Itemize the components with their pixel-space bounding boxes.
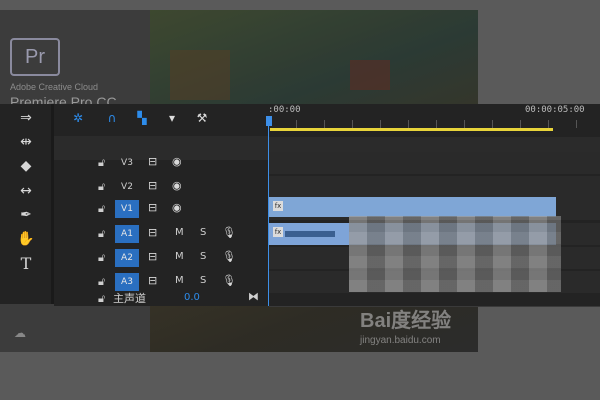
master-label: 主声道: [113, 292, 146, 305]
solo-button[interactable]: S: [200, 227, 206, 238]
timeline-bottom-border: [269, 306, 600, 307]
playhead[interactable]: [268, 116, 269, 306]
time-ruler[interactable]: :00:00 00:00:05:00: [268, 104, 600, 136]
track-target[interactable]: V2: [115, 178, 139, 196]
timeline-controls: ✲ ∩ ▚ ▾ ⚒: [54, 104, 268, 130]
track-target[interactable]: V3: [115, 154, 139, 172]
lock-icon[interactable]: 🔓︎: [98, 251, 105, 265]
linked-selection-icon[interactable]: ▚: [134, 110, 150, 126]
microphone-icon[interactable]: 🎙︎: [222, 226, 236, 239]
sync-lock-icon[interactable]: ⊟: [148, 201, 157, 214]
pen-icon[interactable]: ✒: [14, 205, 38, 225]
track-header: 🔓︎ A3 ⊟ M S 🎙︎: [54, 270, 268, 294]
sync-lock-icon[interactable]: ⊟: [148, 250, 157, 263]
track-header: 🔓︎ V1 ⊟ ◉: [54, 197, 268, 221]
eye-icon[interactable]: ◉: [172, 155, 182, 168]
track-target[interactable]: A3: [115, 273, 139, 291]
mute-button[interactable]: M: [175, 275, 184, 286]
track-row-v3: 🔓︎ V3 ⊟ ◉: [54, 151, 600, 175]
slip-icon[interactable]: ↔: [14, 181, 38, 201]
pixelated-redaction: [349, 216, 561, 292]
cc-icon: ☁: [14, 326, 26, 340]
solo-button[interactable]: S: [200, 251, 206, 262]
lock-icon[interactable]: 🔓︎: [98, 202, 105, 216]
wrench-icon[interactable]: ⚒: [194, 110, 210, 126]
track-target[interactable]: V1: [115, 200, 139, 218]
sync-lock-icon[interactable]: ⊟: [148, 226, 157, 239]
lock-icon[interactable]: 🔓︎: [98, 180, 105, 194]
ruler-start: :00:00: [268, 105, 301, 115]
ruler-end: 00:00:05:00: [525, 105, 585, 115]
track-lane[interactable]: [269, 152, 600, 174]
type-icon[interactable]: T: [14, 254, 38, 274]
lock-icon[interactable]: 🔓︎: [98, 227, 105, 241]
sync-lock-icon[interactable]: ⊟: [148, 179, 157, 192]
sync-lock-icon[interactable]: ⊟: [148, 155, 157, 168]
ripple-edit-icon[interactable]: ⇹: [14, 132, 38, 152]
track-target[interactable]: A2: [115, 249, 139, 267]
fx-badge: fx: [273, 201, 283, 211]
track-select-icon[interactable]: ⇒: [14, 108, 38, 128]
playhead-handle[interactable]: [266, 116, 272, 126]
fx-badge: fx: [273, 227, 283, 237]
snap-icon[interactable]: ✲: [70, 110, 86, 126]
microphone-icon[interactable]: 🎙︎: [222, 250, 236, 263]
tools-panel: ⇒ ⇹ ◆ ↔ ✒ ✋ T: [0, 104, 54, 304]
track-header: 🔓︎ V3 ⊟ ◉: [54, 151, 268, 175]
lock-icon[interactable]: 🔓︎: [98, 156, 105, 170]
sync-lock-icon[interactable]: ⊟: [148, 274, 157, 287]
lock-icon[interactable]: 🔓︎: [98, 275, 105, 289]
timeline-panel: ✲ ∩ ▚ ▾ ⚒ :00:00 00:00:05:00 🔓︎ V3 ⊟ ◉ 🔓…: [54, 104, 600, 306]
splash-company: Adobe Creative Cloud: [10, 82, 99, 92]
razor-icon[interactable]: ◆: [14, 156, 38, 176]
master-volume-value[interactable]: 0.0: [184, 292, 200, 303]
watermark-logo: Bai度经验: [360, 310, 452, 332]
master-track: 🔓︎ 主声道 0.0 ⧓: [54, 290, 268, 306]
eye-icon[interactable]: ◉: [172, 179, 182, 192]
track-header: 🔓︎ A1 ⊟ M S 🎙︎: [54, 222, 268, 246]
watermark: Bai度经验 jingyan.baidu.com: [360, 304, 451, 346]
lock-icon[interactable]: 🔓︎: [98, 292, 105, 306]
hand-icon[interactable]: ✋: [14, 229, 38, 249]
video-clip[interactable]: fx: [269, 197, 556, 217]
marker-icon[interactable]: ▾: [164, 110, 180, 126]
watermark-url: jingyan.baidu.com: [360, 335, 441, 346]
track-lane[interactable]: [269, 176, 600, 198]
track-target[interactable]: A1: [115, 225, 139, 243]
go-to-end-icon[interactable]: ⧓: [248, 290, 259, 303]
mute-button[interactable]: M: [175, 227, 184, 238]
microphone-icon[interactable]: 🎙︎: [222, 274, 236, 287]
track-header: 🔓︎ A2 ⊟ M S 🎙︎: [54, 246, 268, 270]
mute-button[interactable]: M: [175, 251, 184, 262]
eye-icon[interactable]: ◉: [172, 201, 182, 214]
premiere-logo: Pr: [10, 38, 60, 76]
audio-waveform: [285, 231, 335, 237]
ruler-ticks: [268, 120, 600, 128]
track-row-v2: 🔓︎ V2 ⊟ ◉: [54, 175, 600, 199]
magnet-icon[interactable]: ∩: [104, 110, 120, 126]
track-header: 🔓︎ V2 ⊟ ◉: [54, 175, 268, 199]
work-area-bar[interactable]: [270, 128, 553, 131]
solo-button[interactable]: S: [200, 275, 206, 286]
